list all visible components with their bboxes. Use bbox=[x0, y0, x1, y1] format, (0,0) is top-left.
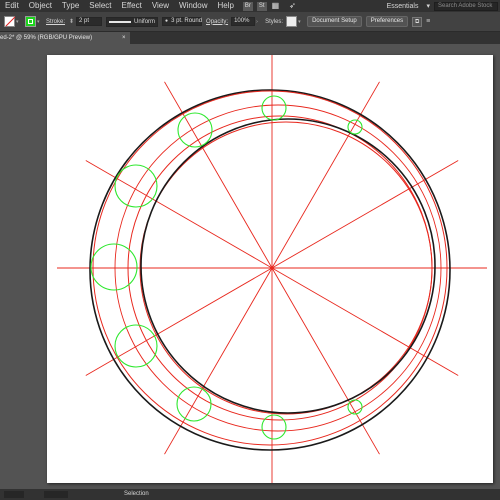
menu-bar: Edit Object Type Select Effect View Wind… bbox=[0, 0, 500, 12]
ball-circle[interactable] bbox=[114, 164, 158, 208]
radial-line[interactable] bbox=[164, 81, 273, 269]
menu-edit[interactable]: Edit bbox=[0, 0, 24, 12]
stock-search-input[interactable]: Search Adobe Stock bbox=[434, 1, 498, 11]
chevron-down-icon[interactable]: ▾ bbox=[298, 19, 303, 25]
styles-label: Styles: bbox=[265, 18, 284, 25]
variable-width-profile[interactable]: Uniform bbox=[106, 16, 159, 27]
document-setup-button[interactable]: Document Setup bbox=[307, 16, 362, 27]
gpu-performance-icon[interactable]: ➶ bbox=[284, 0, 301, 12]
profile-line-icon bbox=[109, 20, 132, 23]
radial-line[interactable] bbox=[271, 267, 380, 455]
bearing-drawing[interactable] bbox=[47, 55, 493, 483]
profile-label: Uniform bbox=[134, 18, 156, 25]
fill-swatch[interactable] bbox=[4, 16, 15, 27]
menu-effect[interactable]: Effect bbox=[117, 0, 147, 12]
panel-menu-icon[interactable]: ≡ bbox=[426, 18, 430, 25]
radial-line[interactable] bbox=[271, 81, 380, 269]
chevron-down-icon[interactable]: ▾ bbox=[16, 19, 21, 25]
opacity-field[interactable]: 100% bbox=[231, 17, 256, 26]
menu-select[interactable]: Select bbox=[84, 0, 116, 12]
ball-circles bbox=[90, 95, 363, 440]
menu-help[interactable]: Help bbox=[212, 0, 238, 12]
chevron-down-icon[interactable]: ▾ bbox=[422, 2, 434, 10]
document-tab-bar: ed-2* @ 59% (RGB/GPU Preview) × bbox=[0, 32, 500, 44]
brush-label: 3 pt. Round bbox=[171, 18, 203, 24]
chevron-down-icon[interactable]: ▾ bbox=[37, 19, 42, 25]
graphic-style-swatch[interactable] bbox=[286, 16, 298, 27]
radial-line[interactable] bbox=[271, 267, 459, 376]
ball-circle[interactable] bbox=[261, 414, 287, 440]
document-tab[interactable]: ed-2* @ 59% (RGB/GPU Preview) bbox=[0, 32, 130, 44]
zoom-field[interactable] bbox=[4, 491, 24, 498]
close-icon[interactable]: × bbox=[122, 32, 126, 44]
stepper-icon[interactable]: ⬍ bbox=[69, 18, 74, 25]
workspace-switcher[interactable]: Essentials bbox=[383, 3, 423, 10]
chevron-right-icon[interactable]: › bbox=[256, 19, 261, 25]
control-bar: ▾ ▾ Stroke: ⬍ 2 pt Uniform ● 3 pt. Round… bbox=[0, 12, 500, 32]
arrange-documents-icon[interactable]: ▦ bbox=[267, 0, 285, 12]
stroke-swatch[interactable] bbox=[25, 16, 36, 27]
stock-icon[interactable]: St bbox=[256, 1, 267, 11]
stroke-weight-field[interactable]: 2 pt bbox=[76, 17, 103, 26]
status-tool-label: Selection bbox=[124, 491, 149, 497]
menu-window[interactable]: Window bbox=[174, 0, 212, 12]
artboard[interactable] bbox=[47, 55, 493, 483]
menu-type[interactable]: Type bbox=[57, 0, 84, 12]
status-bar: Selection bbox=[0, 489, 500, 500]
radial-line[interactable] bbox=[271, 160, 459, 269]
menu-view[interactable]: View bbox=[147, 0, 174, 12]
opacity-label[interactable]: Opacity: bbox=[206, 19, 228, 25]
arrange-icon[interactable]: ⧉ bbox=[412, 16, 423, 27]
document-tab-title: ed-2* @ 59% (RGB/GPU Preview) bbox=[0, 35, 93, 41]
menu-object[interactable]: Object bbox=[24, 0, 57, 12]
artboard-nav[interactable] bbox=[44, 491, 68, 498]
radial-line[interactable] bbox=[85, 160, 273, 269]
ball-circle[interactable] bbox=[90, 243, 138, 291]
preferences-button[interactable]: Preferences bbox=[365, 16, 409, 27]
stroke-label[interactable]: Stroke: bbox=[46, 19, 65, 25]
brush-definition[interactable]: ● 3 pt. Round bbox=[162, 17, 202, 26]
bridge-icon[interactable]: Br bbox=[242, 1, 253, 11]
